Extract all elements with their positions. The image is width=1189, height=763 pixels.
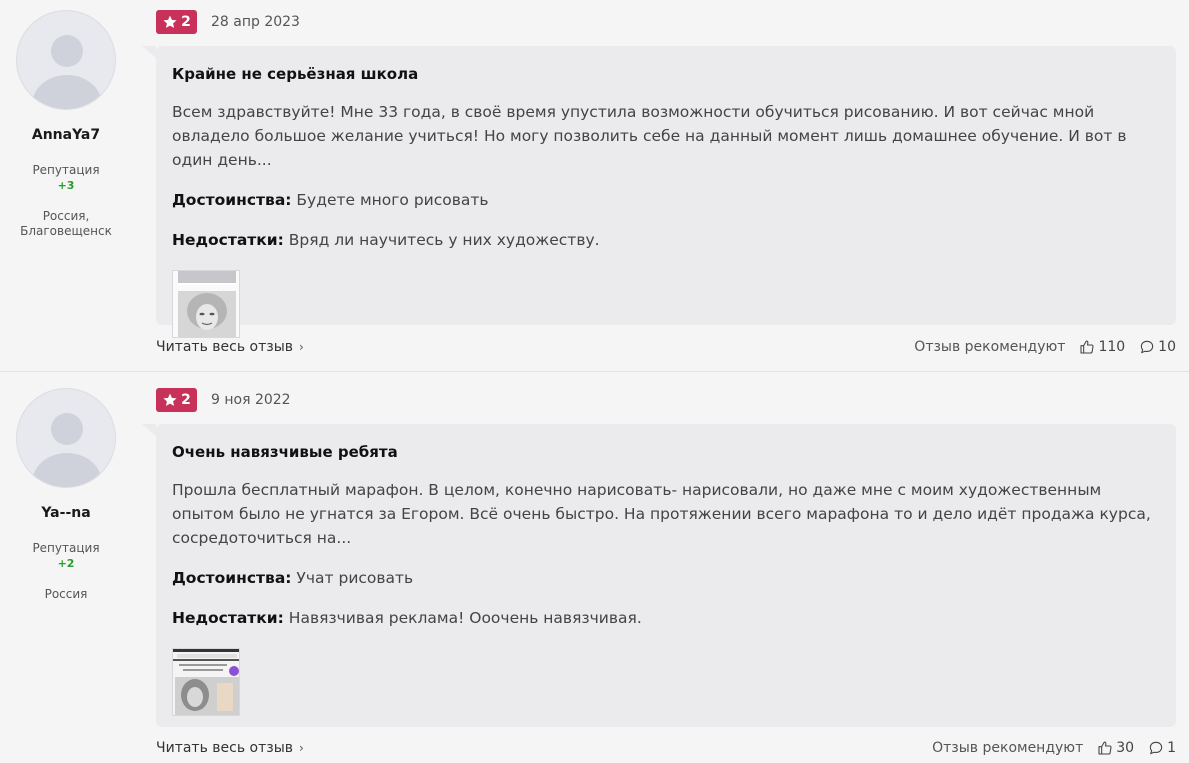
review-photo-thumbnail[interactable] — [172, 270, 240, 338]
review-item: AnnaYa7 Репутация +3 Россия, Благовещенск… — [0, 0, 1189, 371]
rating-badge: 2 — [156, 388, 197, 412]
review-cons: Недостатки: Вряд ли научитесь у них худо… — [172, 228, 1160, 252]
review-pros: Достоинства: Учат рисовать — [172, 566, 1160, 590]
read-full-review-link[interactable]: Читать весь отзыв › — [156, 339, 304, 355]
avatar[interactable] — [16, 10, 116, 110]
comments-button[interactable]: 1 — [1148, 740, 1176, 756]
author-name[interactable]: Ya--na — [0, 505, 132, 521]
pros-label: Достоинства: — [172, 569, 292, 587]
review-footer: Читать весь отзыв › Отзыв рекомендуют 30… — [156, 738, 1176, 758]
review-pros: Достоинства: Будете много рисовать — [172, 188, 1160, 212]
author-location: Россия, Благовещенск — [20, 209, 112, 238]
rating-value: 2 — [181, 392, 191, 408]
comment-count: 1 — [1167, 740, 1176, 756]
recommend-label: Отзыв рекомендуют — [932, 740, 1084, 756]
author-info: AnnaYa7 Репутация +3 Россия, Благовещенск — [0, 127, 132, 239]
author-name[interactable]: AnnaYa7 — [0, 127, 132, 143]
review-text: Прошла бесплатный марафон. В целом, коне… — [172, 481, 1151, 547]
thumbs-up-icon — [1080, 340, 1094, 354]
like-button[interactable]: 110 — [1079, 339, 1125, 355]
review-header: 2 9 ноя 2022 — [156, 388, 291, 412]
cons-label: Недостатки: — [172, 231, 284, 249]
chevron-right-icon: › — [299, 741, 304, 755]
reputation-value: +2 — [57, 557, 75, 570]
portrait-photo-image — [173, 271, 239, 337]
review-card: Очень навязчивые ребята Прошла бесплатны… — [142, 424, 1176, 727]
read-full-review-link[interactable]: Читать весь отзыв › — [156, 740, 304, 756]
cons-text: Вряд ли научитесь у них художеству. — [288, 231, 600, 249]
review-photo-thumbnail[interactable] — [172, 648, 240, 716]
reputation-label: Репутация — [32, 163, 100, 177]
comment-count: 10 — [1158, 339, 1176, 355]
read-more-label: Читать весь отзыв — [156, 339, 294, 355]
read-more-label: Читать весь отзыв — [156, 740, 294, 756]
pros-text: Учат рисовать — [296, 569, 414, 587]
review-title[interactable]: Крайне не серьёзная школа — [172, 64, 1160, 84]
thumbs-up-icon — [1098, 741, 1112, 755]
review-text: Всем здравствуйте! Мне 33 года, в своё в… — [172, 103, 1127, 169]
cons-label: Недостатки: — [172, 609, 284, 627]
review-card: Крайне не серьёзная школа Всем здравству… — [142, 46, 1176, 338]
author-location: Россия — [44, 587, 88, 601]
screenshot-photo-image — [173, 649, 239, 715]
author-info: Ya--na Репутация +2 Россия — [0, 505, 132, 602]
avatar[interactable] — [16, 388, 116, 488]
like-count: 110 — [1098, 339, 1126, 355]
comment-icon — [1149, 741, 1163, 755]
star-icon — [163, 393, 177, 406]
chevron-right-icon: › — [299, 340, 304, 354]
comment-icon — [1140, 340, 1154, 354]
review-title[interactable]: Очень навязчивые ребята — [172, 442, 1160, 462]
cons-text: Навязчивая реклама! Ооочень навязчивая. — [288, 609, 642, 627]
like-count: 30 — [1116, 740, 1135, 756]
like-button[interactable]: 30 — [1097, 740, 1134, 756]
reputation-label: Репутация — [32, 541, 100, 555]
review-date: 9 ноя 2022 — [211, 392, 291, 408]
pros-text: Будете много рисовать — [296, 191, 489, 209]
review-item: Ya--na Репутация +2 Россия 2 9 ноя 2022 … — [0, 372, 1189, 763]
review-date: 28 апр 2023 — [211, 14, 300, 30]
recommend-label: Отзыв рекомендуют — [914, 339, 1066, 355]
review-header: 2 28 апр 2023 — [156, 10, 300, 34]
pros-label: Достоинства: — [172, 191, 292, 209]
rating-badge: 2 — [156, 10, 197, 34]
comments-button[interactable]: 10 — [1139, 339, 1176, 355]
reputation-value: +3 — [57, 179, 75, 192]
review-footer: Читать весь отзыв › Отзыв рекомендуют 11… — [156, 337, 1176, 357]
star-icon — [163, 15, 177, 28]
review-cons: Недостатки: Навязчивая реклама! Ооочень … — [172, 606, 1160, 630]
rating-value: 2 — [181, 14, 191, 30]
